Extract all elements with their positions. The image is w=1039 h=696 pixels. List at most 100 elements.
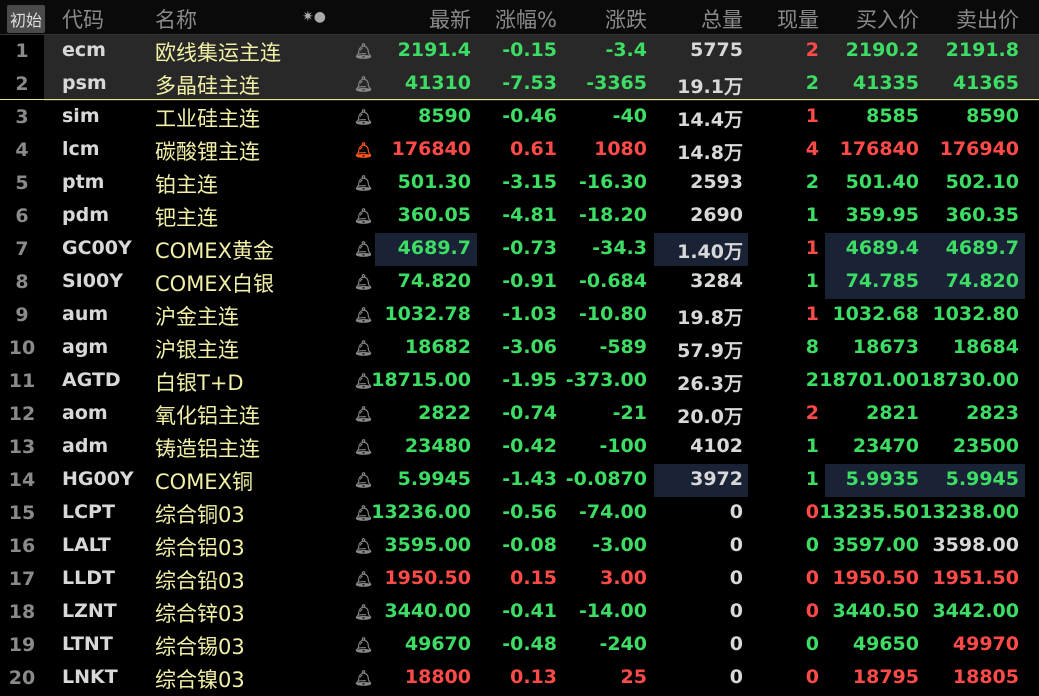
table-row[interactable]: 17 LLDT 综合铅03 🔔︎ 1950.50 0.15 3.00 0 0 1950.50…	[0, 563, 1039, 596]
row-index: 12	[0, 398, 44, 431]
cell-cur: 2	[805, 402, 819, 424]
col-code[interactable]: 代码	[62, 4, 104, 34]
row-index: 13	[0, 431, 44, 464]
col-cur[interactable]: 现量	[777, 4, 819, 34]
bell-icon[interactable]: 🔔︎	[354, 42, 373, 60]
table-row[interactable]: 5 ptm 铂主连 🔔︎ 501.30 -3.15 -16.30 2593 2 501.40…	[0, 167, 1039, 200]
col-bid[interactable]: 买入价	[856, 4, 919, 34]
cell-cur: 0	[805, 666, 819, 688]
bell-icon[interactable]: 🔔︎	[354, 471, 373, 489]
cell-ask: 74.820	[945, 270, 1019, 292]
cell-ask: 176940	[939, 138, 1019, 160]
col-chg[interactable]: 涨跌	[605, 4, 647, 34]
bell-icon[interactable]: 🔔︎	[354, 339, 373, 357]
col-ask[interactable]: 卖出价	[956, 4, 1019, 34]
cell-bid: 176840	[839, 138, 919, 160]
cell-bid: 41335	[852, 72, 919, 94]
bell-icon[interactable]: 🔔︎	[354, 669, 373, 687]
cell-bid: 3440.50	[832, 600, 919, 622]
col-pct[interactable]: 涨幅%	[495, 4, 557, 34]
cell-bid: 2190.2	[845, 39, 919, 61]
cell-vol: 2593	[690, 171, 743, 193]
bell-icon[interactable]: 🔔︎	[354, 240, 373, 258]
bell-icon[interactable]: 🔔︎	[354, 603, 373, 621]
cell-vol: 4102	[690, 435, 743, 457]
bell-icon[interactable]: 🔔︎	[354, 504, 373, 522]
bell-icon[interactable]: 🔔︎	[354, 75, 373, 93]
table-row[interactable]: 19 LTNT 综合锡03 🔔︎ 49670 -0.48 -240 0 0 49650 499…	[0, 629, 1039, 662]
table-row[interactable]: 4 lcm 碳酸锂主连 🔔︎ 176840 0.61 1080 14.8万 4 176840…	[0, 134, 1039, 167]
col-name[interactable]: 名称	[155, 4, 197, 34]
bell-icon[interactable]: 🔔︎	[354, 108, 373, 126]
cell-bid: 74.785	[845, 270, 919, 292]
cell-cur: 8	[805, 336, 819, 358]
row-index: 8	[0, 266, 44, 299]
table-row[interactable]: 13 adm 铸造铝主连 🔔︎ 23480 -0.42 -100 4102 1 23470 2…	[0, 431, 1039, 464]
cell-ask: 4689.7	[945, 237, 1019, 259]
bell-icon[interactable]: 🔔︎	[354, 570, 373, 588]
table-row[interactable]: 3 sim 工业硅主连 🔔︎ 8590 -0.46 -40 14.4万 1 8585 8590	[0, 101, 1039, 134]
row-index: 10	[0, 332, 44, 365]
cell-ask: 502.10	[945, 171, 1019, 193]
contract-code: LCPT	[62, 501, 115, 523]
cell-last: 18800	[404, 666, 471, 688]
contract-name: 综合锡03	[155, 635, 245, 659]
contract-code: aom	[62, 402, 108, 424]
cell-ask: 1951.50	[932, 567, 1019, 589]
contract-name: COMEX白银	[155, 272, 274, 296]
row-index: 1	[0, 35, 44, 68]
row-index: 15	[0, 497, 44, 530]
cell-cur: 2	[805, 72, 819, 94]
bell-icon[interactable]: 🔔︎	[354, 438, 373, 456]
settings-dots-icon[interactable]: ✷●	[302, 9, 326, 25]
cell-vol: 0	[729, 633, 743, 655]
table-row[interactable]: 9 aum 沪金主连 🔔︎ 1032.78 -1.03 -10.80 19.8万 1 103…	[0, 299, 1039, 332]
table-row[interactable]: 14 HG00Y COMEX铜 🔔︎ 5.9945 -1.43 -0.0870 3972…	[0, 464, 1039, 497]
table-row[interactable]: 16 LALT 综合铝03 🔔︎ 3595.00 -0.08 -3.00 0 0 3597.…	[0, 530, 1039, 563]
bell-icon[interactable]: 🔔︎	[354, 306, 373, 324]
bell-icon[interactable]: 🔔︎	[354, 372, 373, 390]
contract-code: LALT	[62, 534, 111, 556]
bell-icon[interactable]: 🔔︎	[354, 141, 373, 159]
contract-name: 钯主连	[155, 206, 218, 230]
cell-pct: 0.15	[510, 567, 557, 589]
cell-vol: 19.1万	[677, 76, 743, 98]
reset-button[interactable]: 初始	[7, 5, 46, 33]
bell-icon[interactable]: 🔔︎	[354, 207, 373, 225]
table-row[interactable]: 8 SI00Y COMEX白银 🔔︎ 74.820 -0.91 -0.684 3284 1…	[0, 266, 1039, 299]
row-index: 3	[0, 101, 44, 134]
cell-vol: 0	[729, 600, 743, 622]
table-row[interactable]: 2 psm 多晶硅主连 🔔︎ 41310 -7.53 -3365 19.1万 2 41335…	[0, 68, 1039, 101]
table-row[interactable]: 12 aom 氧化铝主连 🔔︎ 2822 -0.74 -21 20.0万 2 2821 282…	[0, 398, 1039, 431]
table-row[interactable]: 11 AGTD 白银T+D 🔔︎ 18715.00 -1.95 -373.00 26.3…	[0, 365, 1039, 398]
bell-icon[interactable]: 🔔︎	[354, 174, 373, 192]
contract-name: 氧化铝主连	[155, 404, 260, 428]
bell-icon[interactable]: 🔔︎	[354, 537, 373, 555]
cell-bid: 13235.50	[819, 501, 919, 523]
cell-pct: -0.46	[502, 105, 557, 127]
table-row[interactable]: 6 pdm 钯主连 🔔︎ 360.05 -4.81 -18.20 2690 1 359.95…	[0, 200, 1039, 233]
bell-icon[interactable]: 🔔︎	[354, 636, 373, 654]
table-row[interactable]: 1 ecm 欧线集运主连 🔔︎ 2191.4 -0.15 -3.4 5775 2 2190.…	[0, 35, 1039, 68]
bell-icon[interactable]: 🔔︎	[354, 405, 373, 423]
bell-icon[interactable]: 🔔︎	[354, 273, 373, 291]
cell-bid: 4689.4	[845, 237, 919, 259]
col-latest[interactable]: 最新	[429, 4, 471, 34]
cell-pct: -0.41	[502, 600, 557, 622]
contract-name: 铸造铝主连	[155, 437, 260, 461]
row-index: 20	[0, 662, 44, 695]
table-row[interactable]: 15 LCPT 综合铜03 🔔︎ 13236.00 -0.56 -74.00 0 0 132…	[0, 497, 1039, 530]
cell-ask: 18805	[952, 666, 1019, 688]
table-row[interactable]: 18 LZNT 综合锌03 🔔︎ 3440.00 -0.41 -14.00 0 0 3440…	[0, 596, 1039, 629]
table-row[interactable]: 10 agm 沪银主连 🔔︎ 18682 -3.06 -589 57.9万 8 18673 1…	[0, 332, 1039, 365]
cell-ask: 41365	[952, 72, 1019, 94]
contract-code: HG00Y	[62, 468, 134, 490]
contract-code: LLDT	[62, 567, 115, 589]
contract-code: aum	[62, 303, 109, 325]
cell-cur: 1	[805, 435, 819, 457]
pin-divider	[0, 99, 1039, 100]
table-row[interactable]: 20 LNKT 综合镍03 🔔︎ 18800 0.13 25 0 0 18795 18805	[0, 662, 1039, 695]
cell-vol: 0	[729, 534, 743, 556]
table-row[interactable]: 7 GC00Y COMEX黄金 🔔︎ 4689.7 -0.73 -34.3 1.40万 1…	[0, 233, 1039, 266]
col-vol[interactable]: 总量	[701, 4, 743, 34]
